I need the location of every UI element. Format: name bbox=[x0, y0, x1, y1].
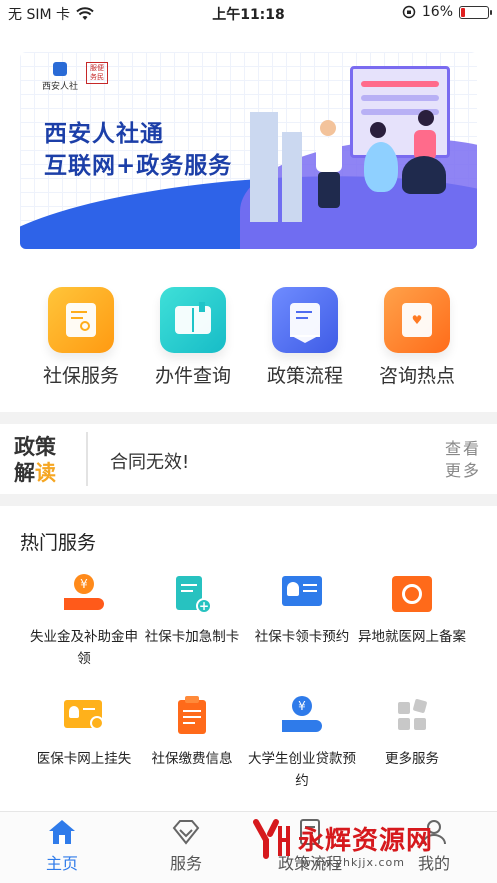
view-more-line1: 查看 bbox=[445, 439, 482, 458]
org-name: 西安人社 bbox=[42, 82, 79, 92]
watermark: 永辉资源网 www.yhkjjx.com bbox=[252, 816, 434, 869]
view-more-line2: 更多 bbox=[445, 461, 482, 480]
service-label: 社保缴费信息 bbox=[151, 751, 233, 767]
quick-entry-social-security[interactable]: 社保服务 bbox=[25, 287, 137, 388]
service-unemployment-benefit[interactable]: ¥ 失业金及补助金申领 bbox=[22, 572, 146, 670]
person-illustration bbox=[402, 156, 446, 194]
watermark-url: www.yhkjjx.com bbox=[302, 856, 405, 869]
battery-percent: 16% bbox=[421, 4, 453, 20]
orientation-lock-icon bbox=[402, 5, 416, 19]
banner-subtitle: 互联网+政务服务 bbox=[44, 153, 233, 179]
tab-home[interactable]: 主页 bbox=[0, 818, 124, 874]
watermark-name: 永辉资源网 bbox=[298, 825, 434, 856]
diamond-icon bbox=[172, 820, 200, 845]
hot-services-title: 热门服务 bbox=[20, 532, 97, 554]
open-book-icon bbox=[160, 287, 226, 353]
document-search-icon bbox=[48, 287, 114, 353]
tab-service[interactable]: 服务 bbox=[124, 818, 248, 874]
home-icon bbox=[49, 820, 75, 844]
person-illustration bbox=[364, 142, 398, 192]
policy-badge-line2-b: 读 bbox=[35, 461, 56, 485]
service-label: 医保卡网上挂失 bbox=[36, 751, 132, 767]
person-illustration bbox=[316, 138, 342, 172]
policy-headline[interactable]: 合同无效! bbox=[110, 448, 189, 474]
person-illustration bbox=[320, 120, 336, 136]
tab-label: 主页 bbox=[45, 854, 78, 873]
quick-entry-label: 社保服务 bbox=[42, 365, 119, 387]
service-remote-medical[interactable]: 异地就医网上备案 bbox=[350, 572, 474, 648]
service-urgent-card[interactable]: + 社保卡加急制卡 bbox=[130, 572, 254, 648]
heart-card-icon: ♥ bbox=[384, 287, 450, 353]
policy-badge-line2-a: 解 bbox=[14, 461, 35, 485]
section-divider bbox=[0, 494, 497, 506]
service-payment-info[interactable]: 社保缴费信息 bbox=[130, 694, 254, 770]
service-label: 更多服务 bbox=[385, 751, 439, 767]
id-card-icon bbox=[280, 572, 324, 616]
card-plus-icon: + bbox=[170, 572, 214, 616]
battery-icon bbox=[459, 5, 492, 19]
clipboard-icon bbox=[170, 694, 214, 738]
org-logo: 西安人社 bbox=[42, 62, 78, 92]
service-more[interactable]: 更多服务 bbox=[350, 694, 474, 770]
service-label: 社保卡领卡预约 bbox=[254, 629, 350, 645]
card-check-icon bbox=[62, 694, 106, 738]
grid-more-icon bbox=[390, 694, 434, 738]
service-student-loan[interactable]: ¥ 大学生创业贷款预约 bbox=[240, 694, 364, 792]
status-bar: 无 SIM 卡 上午11:18 16% bbox=[0, 0, 497, 26]
quick-entry-hot-topics[interactable]: ♥ 咨询热点 bbox=[361, 287, 473, 388]
person-illustration bbox=[418, 110, 434, 126]
bookmark-doc-icon bbox=[272, 287, 338, 353]
medical-cross-icon bbox=[390, 572, 434, 616]
person-illustration bbox=[318, 172, 340, 208]
quick-entry-label: 咨询热点 bbox=[378, 365, 455, 387]
loan-hand-icon: ¥ bbox=[280, 694, 324, 738]
money-hand-icon: ¥ bbox=[62, 572, 106, 616]
service-label: 异地就医网上备案 bbox=[358, 629, 466, 645]
watermark-logo-icon bbox=[252, 816, 292, 860]
service-label: 社保卡加急制卡 bbox=[144, 629, 240, 645]
quick-entry-case-query[interactable]: 办件查询 bbox=[137, 287, 249, 388]
policy-badge-line1: 政策 bbox=[14, 435, 56, 459]
view-more-link[interactable]: 查看 更多 bbox=[445, 438, 481, 482]
building-illustration bbox=[282, 132, 302, 222]
org-logo-icon bbox=[53, 62, 67, 76]
policy-ticker[interactable]: 政策 解读 合同无效! 查看 更多 bbox=[0, 424, 497, 494]
tab-label: 服务 bbox=[169, 854, 202, 873]
building-illustration bbox=[250, 112, 278, 222]
quick-entry-row: 社保服务 办件查询 政策流程 ♥ 咨询热点 bbox=[0, 287, 497, 387]
section-divider bbox=[0, 412, 497, 424]
quick-entry-label: 政策流程 bbox=[266, 365, 343, 387]
quick-entry-policy-flow[interactable]: 政策流程 bbox=[249, 287, 361, 388]
seal-stamp: 服便务民 bbox=[86, 62, 109, 84]
policy-badge: 政策 解读 bbox=[14, 434, 70, 486]
quick-entry-label: 办件查询 bbox=[154, 365, 231, 387]
person-illustration bbox=[370, 122, 386, 138]
service-label: 大学生创业贷款预约 bbox=[248, 751, 356, 789]
service-card-pickup[interactable]: 社保卡领卡预约 bbox=[240, 572, 364, 648]
service-label: 失业金及补助金申领 bbox=[30, 629, 138, 667]
promo-banner[interactable]: 西安人社 服便务民 西安人社通 互联网+政务服务 bbox=[20, 52, 477, 249]
service-medical-card-loss[interactable]: 医保卡网上挂失 bbox=[22, 694, 146, 770]
policy-separator bbox=[86, 432, 88, 486]
banner-title: 西安人社通 bbox=[44, 121, 164, 147]
